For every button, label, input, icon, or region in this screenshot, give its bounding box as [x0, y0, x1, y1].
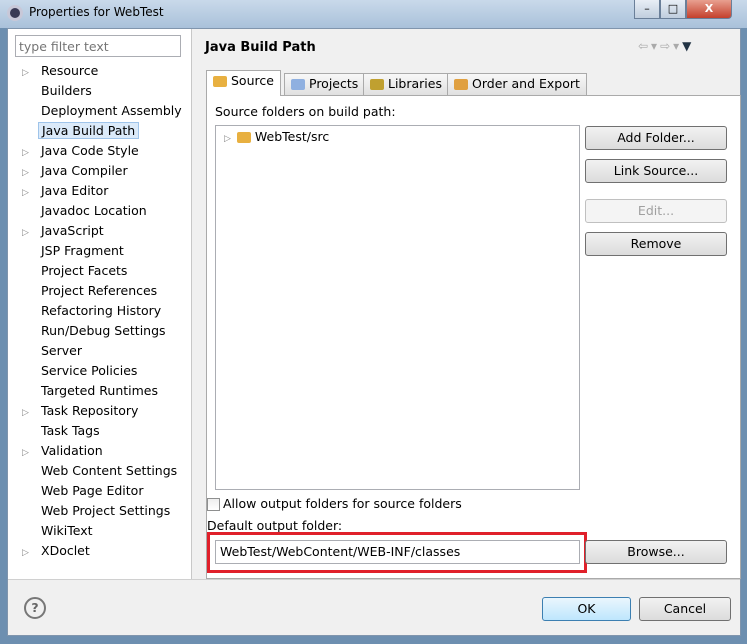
sidebar-item[interactable]: ▷ Java Code Style	[22, 141, 142, 160]
sidebar-item-label: Java Compiler	[41, 163, 128, 178]
sidebar-item-label: Run/Debug Settings	[41, 323, 166, 338]
sidebar-item[interactable]: Web Project Settings	[22, 501, 173, 520]
link-source-button[interactable]: Link Source...	[585, 159, 727, 183]
sidebar-item-label: Targeted Runtimes	[41, 383, 158, 398]
sidebar-item-label: Java Editor	[41, 183, 109, 198]
sidebar-item[interactable]: ▷ XDoclet	[22, 541, 93, 560]
remove-button[interactable]: Remove	[585, 232, 727, 256]
sidebar: ▷ResourceBuildersDeployment AssemblyJava…	[8, 29, 192, 579]
sidebar-item-label: Web Content Settings	[41, 463, 178, 478]
expand-arrow-icon[interactable]: ▷	[224, 134, 231, 144]
sidebar-item-label: WikiText	[41, 523, 93, 538]
tab-order-and-export[interactable]: Order and Export	[447, 73, 587, 95]
sidebar-item[interactable]: ▷ JavaScript	[22, 221, 107, 240]
add-folder-button[interactable]: Add Folder...	[585, 126, 727, 150]
sidebar-item[interactable]: JSP Fragment	[22, 241, 127, 260]
order-export-icon	[454, 79, 468, 90]
sidebar-item-label: Server	[41, 343, 82, 358]
sidebar-item-label: JSP Fragment	[41, 243, 124, 258]
sidebar-item[interactable]: Javadoc Location	[22, 201, 150, 220]
ok-button[interactable]: OK	[542, 597, 631, 621]
tree-item[interactable]: ▷ WebTest/src	[224, 129, 329, 144]
sidebar-item[interactable]: Server	[22, 341, 85, 360]
sidebar-item[interactable]: Service Policies	[22, 361, 140, 380]
minimize-button[interactable]: –	[634, 0, 660, 19]
tab-projects[interactable]: Projects	[284, 73, 366, 95]
sidebar-item[interactable]: ▷ Validation	[22, 441, 106, 460]
forward-icon[interactable]: ⇨▾	[660, 39, 682, 53]
footer-divider	[8, 579, 740, 580]
sidebar-item-label: Web Project Settings	[41, 503, 171, 518]
sidebar-item[interactable]: Builders	[22, 81, 95, 100]
sidebar-item-label: Java Code Style	[41, 143, 139, 158]
cancel-button[interactable]: Cancel	[639, 597, 731, 621]
allow-output-row[interactable]: Allow output folders for source folders	[207, 496, 462, 511]
source-tab-content: Source folders on build path: ▷ WebTest/s…	[206, 95, 741, 579]
sidebar-item[interactable]: Run/Debug Settings	[22, 321, 169, 340]
help-icon[interactable]: ?	[24, 597, 46, 619]
source-folders-label: Source folders on build path:	[215, 104, 396, 119]
title-bar: Properties for WebTest – □ X	[0, 0, 747, 28]
sidebar-item[interactable]: ▷ Java Editor	[22, 181, 111, 200]
sidebar-item[interactable]: ▷ Task Repository	[22, 401, 141, 420]
sidebar-item-label: Task Tags	[41, 423, 100, 438]
nav-arrows: ⇦▾⇨▾▼	[638, 39, 694, 53]
sidebar-item-label: Project References	[41, 283, 158, 298]
sidebar-item-label: Deployment Assembly	[41, 103, 182, 118]
libraries-icon	[370, 79, 384, 90]
eclipse-icon	[7, 5, 23, 21]
window-title: Properties for WebTest	[29, 5, 164, 19]
allow-output-checkbox[interactable]	[207, 498, 220, 511]
maximize-button[interactable]: □	[660, 0, 686, 19]
source-folder-icon	[213, 76, 227, 87]
sidebar-item[interactable]: Java Build Path	[22, 121, 140, 140]
filter-input[interactable]	[15, 35, 181, 57]
sidebar-item-label: Web Page Editor	[41, 483, 144, 498]
sidebar-item-label: Task Repository	[41, 403, 139, 418]
sidebar-item[interactable]: Refactoring History	[22, 301, 164, 320]
menu-chevron-icon[interactable]: ▼	[682, 39, 694, 53]
dialog: ▷ResourceBuildersDeployment AssemblyJava…	[7, 28, 741, 636]
sidebar-item-label: Javadoc Location	[41, 203, 147, 218]
output-folder-input[interactable]: WebTest/WebContent/WEB-INF/classes	[215, 540, 580, 564]
sidebar-item-label: Validation	[41, 443, 103, 458]
package-folder-icon	[236, 132, 251, 143]
output-folder-label: Default output folder:	[207, 518, 343, 533]
sidebar-item-label: Java Build Path	[38, 122, 140, 139]
projects-icon	[291, 79, 305, 90]
sidebar-item[interactable]: Project Facets	[22, 261, 130, 280]
sidebar-item[interactable]: Web Content Settings	[22, 461, 180, 480]
expand-arrow-icon[interactable]: ▷	[22, 544, 38, 563]
sidebar-item-label: Refactoring History	[41, 303, 162, 318]
sidebar-item[interactable]: ▷ Java Compiler	[22, 161, 131, 180]
sidebar-item-label: Service Policies	[41, 363, 138, 378]
sidebar-item[interactable]: Web Page Editor	[22, 481, 146, 500]
source-folders-tree[interactable]: ▷ WebTest/src	[215, 125, 580, 490]
sidebar-item-label: Project Facets	[41, 263, 128, 278]
tab-libraries[interactable]: Libraries	[363, 73, 449, 95]
back-icon[interactable]: ⇦▾	[638, 39, 660, 53]
sidebar-item-label: Resource	[41, 63, 99, 78]
sidebar-item[interactable]: ▷ Resource	[22, 61, 101, 80]
sidebar-item-label: JavaScript	[41, 223, 104, 238]
close-button[interactable]: X	[686, 0, 732, 19]
sidebar-item-label: Builders	[41, 83, 92, 98]
sidebar-item[interactable]: Deployment Assembly	[22, 101, 185, 120]
sidebar-item[interactable]: Task Tags	[22, 421, 103, 440]
browse-button[interactable]: Browse...	[585, 540, 727, 564]
tab-source[interactable]: Source	[206, 70, 281, 96]
sidebar-item[interactable]: Targeted Runtimes	[22, 381, 161, 400]
main-panel: Java Build Path ⇦▾⇨▾▼ Source Projects Li…	[193, 29, 741, 579]
edit-button[interactable]: Edit...	[585, 199, 727, 223]
page-title: Java Build Path	[205, 40, 316, 55]
sidebar-item-label: XDoclet	[41, 543, 90, 558]
sidebar-item[interactable]: Project References	[22, 281, 160, 300]
sidebar-item[interactable]: WikiText	[22, 521, 96, 540]
